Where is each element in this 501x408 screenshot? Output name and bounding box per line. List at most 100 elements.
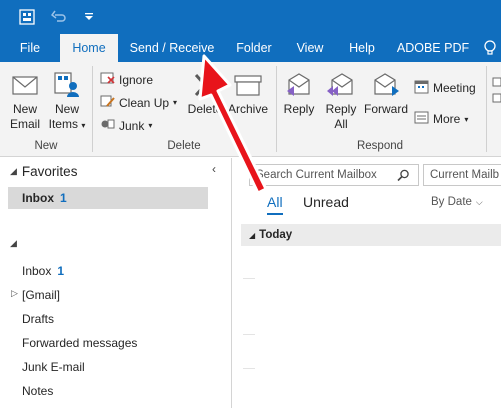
message-list: Search Current Mailbox Current Mailb All… bbox=[233, 158, 501, 408]
ignore-button[interactable]: Ignore bbox=[100, 71, 153, 88]
folder-pane: ◢ Favorites ‹ Inbox 1 ◢ Inbox 1 ▷ [Gmail]… bbox=[0, 158, 232, 408]
reply-all-button[interactable]: Reply All bbox=[320, 68, 362, 132]
filter-unread[interactable]: Unread bbox=[303, 194, 349, 210]
search-placeholder: Search Current Mailbox bbox=[256, 169, 377, 181]
new-items-button[interactable]: New Items ▾ bbox=[46, 68, 88, 133]
chevron-down-icon: ⌵ bbox=[475, 196, 483, 207]
more-respond-button[interactable]: More ▾ bbox=[414, 110, 468, 128]
forward-button[interactable]: Forward bbox=[362, 68, 410, 117]
reply-all-label-2: All bbox=[334, 117, 348, 131]
group-label-respond: Respond bbox=[356, 140, 404, 152]
delete-button[interactable]: Delete bbox=[183, 68, 227, 117]
search-scope-label: Current Mailb bbox=[430, 169, 500, 181]
new-email-icon bbox=[4, 68, 46, 102]
forward-icon bbox=[362, 68, 410, 102]
sort-by-date[interactable]: By Date ⌵ bbox=[431, 196, 483, 208]
folder-inbox-count: 1 bbox=[57, 264, 65, 278]
dropdown-arrow-icon: ▾ bbox=[464, 114, 469, 124]
favorites-inbox-count: 1 bbox=[60, 191, 67, 205]
forward-label: Forward bbox=[363, 102, 408, 116]
list-divider bbox=[243, 278, 255, 279]
archive-button[interactable]: Archive bbox=[226, 68, 270, 117]
favorites-inbox-label: Inbox bbox=[22, 191, 54, 205]
favorites-label: Favorites bbox=[21, 164, 78, 179]
search-scope-dropdown[interactable]: Current Mailb bbox=[423, 164, 501, 186]
filter-all-underline bbox=[267, 213, 283, 215]
new-email-label-2: Email bbox=[9, 117, 40, 131]
clean-up-icon bbox=[100, 94, 115, 111]
search-input[interactable]: Search Current Mailbox bbox=[249, 164, 419, 186]
new-items-icon bbox=[46, 68, 88, 102]
reply-all-icon bbox=[320, 68, 362, 102]
tab-file[interactable]: File bbox=[10, 34, 50, 62]
group-label-delete: Delete bbox=[167, 140, 201, 152]
meeting-label: Meeting bbox=[433, 81, 476, 95]
folder-drafts[interactable]: Drafts bbox=[22, 312, 54, 326]
reply-all-label-1: Reply bbox=[325, 102, 357, 116]
lightbulb-icon[interactable] bbox=[480, 34, 500, 62]
junk-button[interactable]: Junk ▾ bbox=[100, 117, 152, 134]
archive-label: Archive bbox=[227, 102, 268, 116]
delete-label: Delete bbox=[187, 102, 223, 116]
tab-folder[interactable]: Folder bbox=[228, 34, 280, 62]
expand-gmail-icon[interactable]: ▷ bbox=[11, 288, 18, 299]
collapse-caret-icon: ◢ bbox=[249, 231, 256, 240]
delete-icon bbox=[183, 68, 227, 102]
favorites-inbox-item[interactable]: Inbox 1 bbox=[8, 187, 208, 209]
reply-button[interactable]: Reply bbox=[280, 68, 318, 117]
group-separator bbox=[276, 66, 277, 152]
ribbon: New Email New Items ▾ New Ignore Clean U… bbox=[0, 62, 501, 157]
new-email-label-1: New bbox=[12, 102, 37, 116]
folder-inbox-label: Inbox bbox=[22, 264, 52, 278]
filter-all[interactable]: All bbox=[267, 194, 283, 210]
undo-icon[interactable] bbox=[50, 8, 68, 26]
ignore-icon bbox=[100, 71, 115, 88]
more-icon bbox=[414, 110, 429, 128]
new-items-label-2: Items ▾ bbox=[48, 117, 86, 131]
clean-up-label: Clean Up bbox=[119, 95, 170, 110]
more-label: More bbox=[433, 112, 461, 126]
folder-inbox[interactable]: Inbox 1 bbox=[22, 264, 64, 278]
reply-label: Reply bbox=[283, 102, 315, 116]
ignore-label: Ignore bbox=[119, 72, 154, 87]
search-icon[interactable] bbox=[397, 169, 410, 185]
tab-help[interactable]: Help bbox=[340, 34, 384, 62]
clean-up-button[interactable]: Clean Up ▾ bbox=[100, 94, 177, 111]
send-receive-all-icon[interactable] bbox=[18, 8, 36, 26]
customize-toolbar-icon[interactable] bbox=[80, 8, 98, 26]
title-bar bbox=[0, 0, 501, 34]
tab-home[interactable]: Home bbox=[60, 34, 118, 62]
tab-adobe-pdf[interactable]: ADOBE PDF bbox=[394, 34, 472, 62]
quick-steps-icon[interactable] bbox=[492, 76, 501, 109]
account-collapse-icon[interactable]: ◢ bbox=[10, 238, 17, 249]
archive-icon bbox=[226, 68, 270, 102]
group-separator bbox=[92, 66, 93, 152]
folder-junk-email[interactable]: Junk E-mail bbox=[22, 360, 85, 374]
group-header-today[interactable]: ◢ Today bbox=[241, 224, 501, 246]
ribbon-tabs: File Home Send / Receive Folder View Hel… bbox=[0, 34, 501, 62]
collapse-caret-icon: ◢ bbox=[10, 166, 17, 176]
folder-gmail[interactable]: [Gmail] bbox=[22, 288, 60, 302]
junk-icon bbox=[100, 117, 115, 134]
group-today-label: Today bbox=[259, 229, 293, 241]
dropdown-arrow-icon: ▾ bbox=[148, 121, 153, 130]
group-separator bbox=[486, 66, 487, 152]
sort-label: By Date bbox=[431, 196, 472, 208]
list-divider bbox=[243, 334, 255, 335]
tab-view[interactable]: View bbox=[290, 34, 330, 62]
favorites-header[interactable]: ◢ Favorites bbox=[10, 164, 77, 179]
meeting-button[interactable]: Meeting bbox=[414, 79, 476, 97]
dropdown-arrow-icon: ▾ bbox=[81, 121, 86, 130]
new-email-button[interactable]: New Email bbox=[4, 68, 46, 132]
meeting-icon bbox=[414, 79, 429, 97]
group-label-new: New bbox=[34, 140, 58, 152]
list-divider bbox=[243, 368, 255, 369]
junk-label: Junk bbox=[119, 118, 145, 133]
dropdown-arrow-icon: ▾ bbox=[173, 98, 178, 107]
tab-send-receive[interactable]: Send / Receive bbox=[128, 34, 216, 62]
folder-notes[interactable]: Notes bbox=[22, 384, 53, 398]
collapse-pane-icon[interactable]: ‹ bbox=[212, 162, 216, 176]
folder-forwarded-messages[interactable]: Forwarded messages bbox=[22, 336, 137, 350]
reply-icon bbox=[280, 68, 318, 102]
filter-all-label: All bbox=[267, 194, 283, 210]
